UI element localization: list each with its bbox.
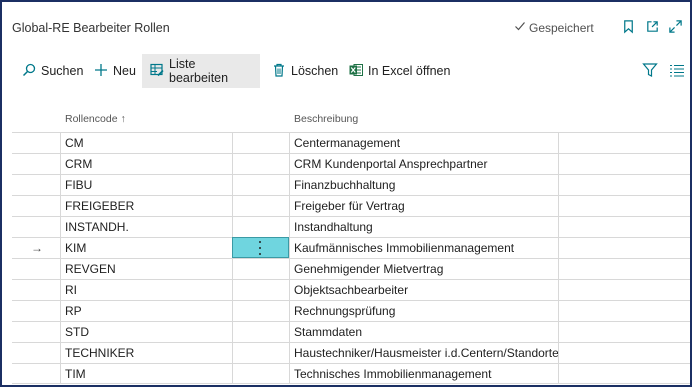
new-button[interactable]: Neu <box>86 54 144 88</box>
table-row[interactable]: STD Stammdaten <box>12 321 690 342</box>
row-actions-cell[interactable] <box>232 364 289 384</box>
list-view-icon[interactable] <box>669 62 687 80</box>
delete-label: Löschen <box>291 64 339 78</box>
cell-beschreibung[interactable]: Objektsachbearbeiter <box>289 280 559 300</box>
row-selector[interactable] <box>12 301 60 321</box>
open-external-icon[interactable] <box>643 17 661 35</box>
cell-beschreibung[interactable]: Centermanagement <box>289 133 559 153</box>
cell-rollencode[interactable]: KIM <box>60 238 232 258</box>
row-selector[interactable] <box>12 364 60 384</box>
cell-rollencode[interactable]: CRM <box>60 154 232 174</box>
more-options-dot <box>259 247 261 249</box>
edit-list-icon <box>150 63 164 80</box>
column-header-rollencode[interactable]: Rollencode ↑ <box>65 113 126 125</box>
roles-table: CM Centermanagement CRM CRM Kundenportal An… <box>12 132 690 384</box>
cell-rollencode[interactable]: TECHNIKER <box>60 343 232 363</box>
row-actions-cell[interactable] <box>232 322 289 342</box>
row-selector[interactable] <box>12 259 60 279</box>
bookmark-icon[interactable] <box>619 17 637 35</box>
table-row[interactable]: → KIM Kaufmännisches Immobilienmanagement <box>12 237 690 258</box>
row-selector[interactable] <box>12 343 60 363</box>
table-row[interactable]: FIBU Finanzbuchhaltung <box>12 174 690 195</box>
check-icon <box>514 20 526 35</box>
saved-status: Gespeichert <box>514 20 594 35</box>
table-row[interactable]: CRM CRM Kundenportal Ansprechpartner <box>12 153 690 174</box>
new-label: Neu <box>113 64 136 78</box>
trash-icon <box>272 63 286 80</box>
page-frame: Global-RE Bearbeiter Rollen Gespeichert … <box>0 0 692 387</box>
cell-beschreibung[interactable]: Instandhaltung <box>289 217 559 237</box>
search-icon <box>22 63 36 80</box>
table-row[interactable]: TECHNIKER Haustechniker/Hausmeister i.d.C… <box>12 342 690 363</box>
more-options-dot <box>259 253 261 255</box>
saved-label: Gespeichert <box>529 20 594 35</box>
table-row[interactable]: RP Rechnungsprüfung <box>12 300 690 321</box>
row-actions-cell[interactable] <box>232 175 289 195</box>
cell-beschreibung[interactable]: CRM Kundenportal Ansprechpartner <box>289 154 559 174</box>
page-title: Global-RE Bearbeiter Rollen <box>12 21 170 35</box>
edit-list-label: Liste bearbeiten <box>169 57 229 85</box>
cell-beschreibung[interactable]: Stammdaten <box>289 322 559 342</box>
row-actions-cell[interactable] <box>232 237 289 258</box>
cell-beschreibung[interactable]: Haustechniker/Hausmeister i.d.Centern/St… <box>289 343 559 363</box>
open-in-excel-label: In Excel öffnen <box>368 64 451 78</box>
filter-icon[interactable] <box>642 62 660 80</box>
search-button[interactable]: Suchen <box>14 54 91 88</box>
cell-rollencode[interactable]: RI <box>60 280 232 300</box>
row-actions-cell[interactable] <box>232 301 289 321</box>
row-actions-cell[interactable] <box>232 154 289 174</box>
row-actions-cell[interactable] <box>232 259 289 279</box>
row-selector[interactable] <box>12 280 60 300</box>
cell-beschreibung[interactable]: Freigeber für Vertrag <box>289 196 559 216</box>
excel-icon <box>349 63 363 80</box>
row-selector[interactable] <box>12 175 60 195</box>
cell-beschreibung[interactable]: Technisches Immobilienmanagement <box>289 364 559 384</box>
row-actions-cell[interactable] <box>232 196 289 216</box>
cell-rollencode[interactable]: TIM <box>60 364 232 384</box>
table-row[interactable]: CM Centermanagement <box>12 132 690 153</box>
row-selector[interactable] <box>12 196 60 216</box>
edit-list-button[interactable]: Liste bearbeiten <box>142 54 260 88</box>
row-actions-cell[interactable] <box>232 343 289 363</box>
row-actions-cell[interactable] <box>232 133 289 153</box>
cell-beschreibung[interactable]: Finanzbuchhaltung <box>289 175 559 195</box>
row-selector[interactable]: → <box>12 238 60 258</box>
table-row[interactable]: FREIGEBER Freigeber für Vertrag <box>12 195 690 216</box>
expand-icon[interactable] <box>666 17 684 35</box>
table-row[interactable]: INSTANDH. Instandhaltung <box>12 216 690 237</box>
cell-rollencode[interactable]: FREIGEBER <box>60 196 232 216</box>
search-label: Suchen <box>41 64 84 78</box>
cell-rollencode[interactable]: REVGEN <box>60 259 232 279</box>
cell-rollencode[interactable]: RP <box>60 301 232 321</box>
page-header: Global-RE Bearbeiter Rollen Gespeichert <box>2 2 690 54</box>
table-row[interactable]: REVGEN Genehmigender Mietvertrag <box>12 258 690 279</box>
column-header-beschreibung[interactable]: Beschreibung <box>294 113 358 125</box>
cell-rollencode[interactable]: STD <box>60 322 232 342</box>
cell-beschreibung[interactable]: Rechnungsprüfung <box>289 301 559 321</box>
plus-icon <box>94 63 108 80</box>
more-options-icon[interactable] <box>258 241 262 255</box>
action-bar: Suchen Neu Liste bearbeiten Löschen In E… <box>2 54 690 88</box>
row-actions-cell[interactable] <box>232 217 289 237</box>
cell-rollencode[interactable]: INSTANDH. <box>60 217 232 237</box>
row-selector[interactable] <box>12 217 60 237</box>
open-in-excel-button[interactable]: In Excel öffnen <box>341 54 458 88</box>
delete-button[interactable]: Löschen <box>264 54 346 88</box>
row-selector[interactable] <box>12 154 60 174</box>
table-row[interactable]: TIM Technisches Immobilienmanagement <box>12 363 690 384</box>
row-actions-cell[interactable] <box>232 280 289 300</box>
table-row[interactable]: RI Objektsachbearbeiter <box>12 279 690 300</box>
cell-rollencode[interactable]: CM <box>60 133 232 153</box>
row-selector[interactable] <box>12 322 60 342</box>
cell-beschreibung[interactable]: Genehmigender Mietvertrag <box>289 259 559 279</box>
more-options-dot <box>259 241 261 243</box>
current-row-arrow-icon: → <box>31 241 43 255</box>
cell-beschreibung[interactable]: Kaufmännisches Immobilienmanagement <box>289 238 559 258</box>
cell-rollencode[interactable]: FIBU <box>60 175 232 195</box>
row-selector[interactable] <box>12 133 60 153</box>
